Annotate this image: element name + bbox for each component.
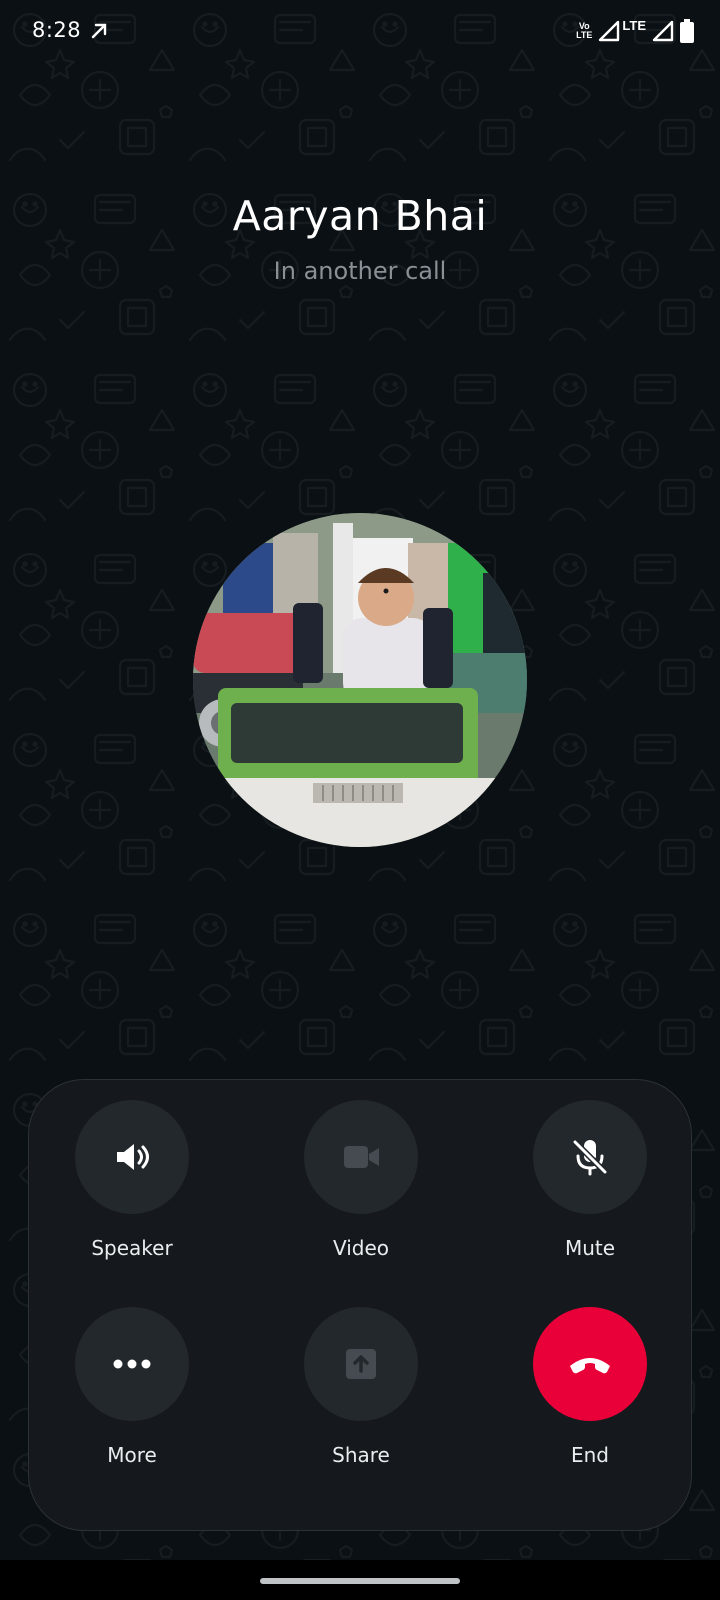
speaker-icon (117, 1144, 149, 1170)
signal-strength-icon (599, 20, 620, 42)
status-bar: 8:28 Vo LTE LTE (0, 0, 720, 64)
home-gesture-handle[interactable] (260, 1578, 460, 1584)
more-label: More (107, 1443, 157, 1467)
battery-icon (680, 19, 694, 43)
volte-bottom-text: LTE (576, 30, 593, 40)
share-control: Share (281, 1307, 441, 1467)
share-label: Share (332, 1443, 390, 1467)
signal-strength-icon-2 (652, 20, 674, 42)
share-upload-icon (346, 1349, 376, 1379)
end-control: End (510, 1307, 670, 1467)
mute-label: Mute (564, 1236, 616, 1260)
speaker-button[interactable] (75, 1100, 189, 1214)
more-dots-icon (113, 1359, 151, 1369)
avatar-photo (193, 513, 527, 847)
status-time: 8:28 (32, 18, 82, 42)
mute-control: Mute (510, 1100, 670, 1260)
speaker-label: Speaker (91, 1236, 173, 1260)
volte-indicator: Vo LTE (576, 22, 592, 40)
mute-button[interactable] (533, 1100, 647, 1214)
speaker-control: Speaker (52, 1100, 212, 1260)
navigation-arrow-icon (91, 23, 107, 39)
contact-name: Aaryan Bhai (232, 192, 488, 240)
contact-avatar (193, 513, 527, 847)
call-controls-panel: Speaker Video Mute More Share End (28, 1079, 692, 1531)
share-button[interactable] (304, 1307, 418, 1421)
system-navigation-bar (0, 1560, 720, 1600)
microphone-off-icon (572, 1139, 608, 1176)
video-button[interactable] (304, 1100, 418, 1214)
more-control: More (52, 1307, 212, 1467)
more-button[interactable] (75, 1307, 189, 1421)
video-camera-icon (344, 1146, 379, 1168)
end-label: End (570, 1443, 609, 1467)
phone-hangup-icon (570, 1358, 610, 1374)
call-status-text: In another call (273, 257, 447, 285)
video-control: Video (281, 1100, 441, 1260)
network-type-label: LTE (622, 17, 646, 33)
status-icons: Vo LTE LTE (576, 18, 694, 44)
video-label: Video (332, 1236, 390, 1260)
end-call-button[interactable] (533, 1307, 647, 1421)
